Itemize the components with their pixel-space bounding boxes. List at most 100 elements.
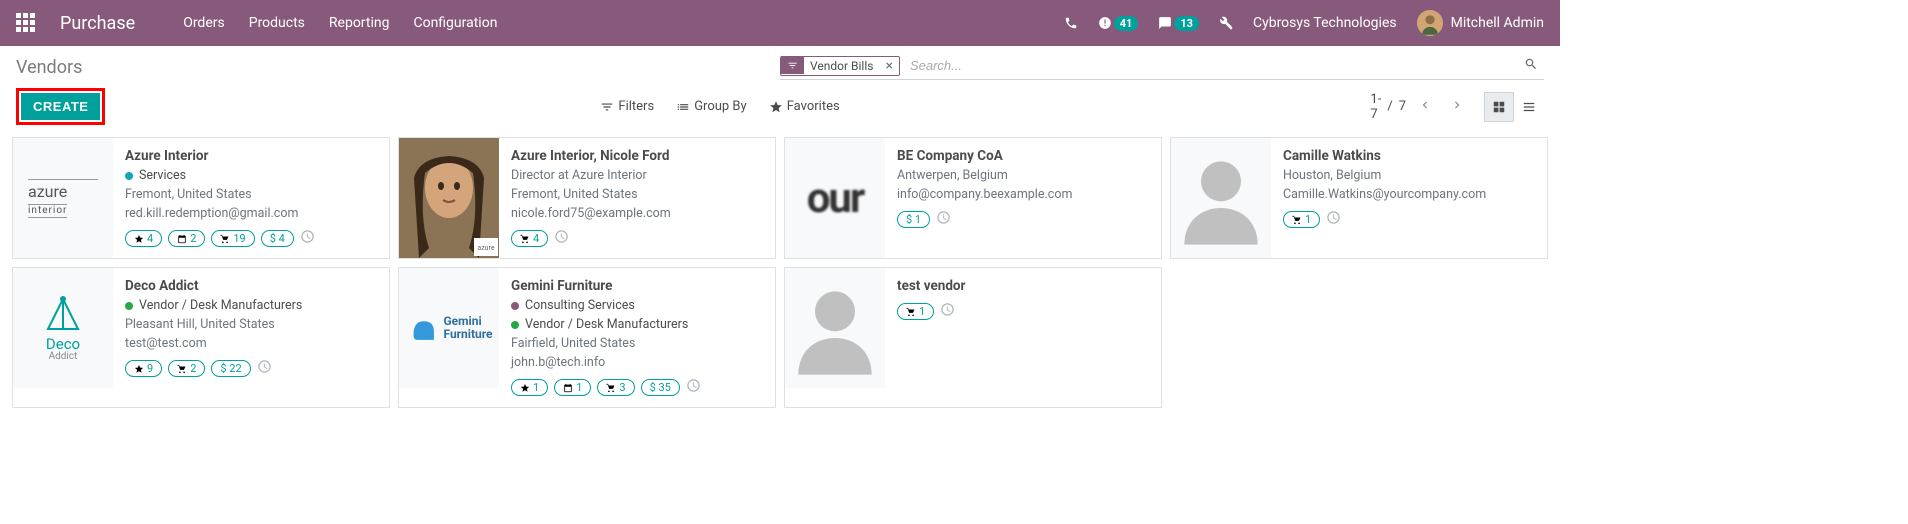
card-email: red.kill.redemption@gmail.com — [125, 206, 377, 221]
pager-prev[interactable] — [1412, 94, 1438, 120]
app-brand[interactable]: Purchase — [60, 13, 135, 34]
company-logo-fragment: our — [807, 174, 864, 223]
activity-badge: 41 — [1114, 16, 1139, 31]
nav-menu-reporting[interactable]: Reporting — [329, 15, 390, 31]
chat-badge: 13 — [1174, 16, 1199, 31]
deco-logo: DecoAddict — [43, 294, 83, 362]
stat-badge-cart[interactable]: 19 — [211, 230, 254, 247]
favorites-button[interactable]: Favorites — [769, 99, 840, 114]
pager-next[interactable] — [1444, 94, 1470, 120]
nav-menu-orders[interactable]: Orders — [183, 15, 225, 31]
phone-icon[interactable] — [1064, 16, 1078, 30]
card-image: DecoAddict — [13, 268, 113, 388]
vendor-card[interactable]: azureinterior Azure Interior ServicesFre… — [12, 137, 390, 259]
nav-menu: Orders Products Reporting Configuration — [183, 15, 497, 31]
activity-clock-icon[interactable] — [300, 229, 315, 248]
card-email: nicole.ford75@example.com — [511, 206, 763, 221]
card-location: Fairfield, United States — [511, 336, 763, 351]
search-input[interactable] — [906, 54, 1518, 77]
card-email: test@test.com — [125, 336, 377, 351]
vendor-card[interactable]: DecoAddict Deco Addict Vendor / Desk Man… — [12, 267, 390, 408]
filters-button[interactable]: Filters — [600, 99, 654, 114]
card-email: Camille.Watkins@yourcompany.com — [1283, 187, 1535, 202]
gemini-logo: GeminiFurniture — [405, 311, 492, 345]
card-email: info@company.beexample.com — [897, 187, 1149, 202]
card-tag: Vendor / Desk Manufacturers — [125, 298, 377, 313]
search-bar: Vendor Bills × — [780, 54, 1544, 80]
stat-badge-dollar[interactable]: $ 22 — [211, 360, 250, 377]
card-location: Fremont, United States — [511, 187, 763, 202]
pager-total: 7 — [1399, 99, 1406, 114]
activity-clock-icon[interactable] — [936, 210, 951, 229]
create-button[interactable]: CREATE — [21, 93, 100, 120]
view-switcher — [1484, 92, 1544, 122]
nav-right: 41 13 Cybrosys Technologies Mitchell Adm… — [1064, 10, 1544, 36]
favorites-label: Favorites — [787, 99, 840, 114]
vendor-card[interactable]: Camille Watkins Houston, BelgiumCamille.… — [1170, 137, 1548, 259]
card-subtitle: Director at Azure Interior — [511, 168, 763, 183]
card-image — [1171, 138, 1271, 258]
card-title: BE Company CoA — [897, 148, 1149, 164]
stat-badge-calendar[interactable]: 2 — [168, 230, 205, 247]
nav-menu-configuration[interactable]: Configuration — [413, 15, 497, 31]
stat-badge-star[interactable]: 1 — [511, 379, 548, 396]
stat-badge-cart[interactable]: 3 — [597, 379, 634, 396]
user-name: Mitchell Admin — [1451, 15, 1544, 31]
stat-badge-cart[interactable]: 2 — [168, 360, 205, 377]
card-title: Gemini Furniture — [511, 278, 763, 294]
stat-badge-star[interactable]: 4 — [125, 230, 162, 247]
stat-badge-star[interactable]: 9 — [125, 360, 162, 377]
vendor-card[interactable]: our BE Company CoA Antwerpen, Belgiuminf… — [784, 137, 1162, 259]
activity-clock-icon[interactable] — [686, 378, 701, 397]
groupby-button[interactable]: Group By — [676, 99, 747, 114]
card-email: john.b@tech.info — [511, 355, 763, 370]
close-icon[interactable]: × — [879, 58, 898, 74]
person-photo: azure — [399, 138, 499, 258]
silhouette-icon — [795, 278, 875, 378]
card-image: GeminiFurniture — [399, 268, 499, 388]
groupby-label: Group By — [694, 99, 747, 114]
activity-icon[interactable]: 41 — [1098, 16, 1139, 31]
stat-badge-dollar[interactable]: $ 35 — [641, 379, 680, 396]
card-location: Pleasant Hill, United States — [125, 317, 377, 332]
pager-range: 1-7 — [1370, 92, 1381, 122]
activity-clock-icon[interactable] — [940, 302, 955, 321]
activity-clock-icon[interactable] — [257, 359, 272, 378]
card-title: Azure Interior — [125, 148, 377, 164]
card-tag: Consulting Services — [511, 298, 763, 313]
card-location: Houston, Belgium — [1283, 168, 1535, 183]
activity-clock-icon[interactable] — [554, 229, 569, 248]
card-tag: Vendor / Desk Manufacturers — [511, 317, 763, 332]
stat-badge-cart[interactable]: 4 — [511, 230, 548, 247]
card-image — [785, 268, 885, 388]
card-location: Fremont, United States — [125, 187, 377, 202]
debug-icon[interactable] — [1219, 16, 1233, 30]
activity-clock-icon[interactable] — [1326, 210, 1341, 229]
vendor-card[interactable]: GeminiFurniture Gemini Furniture Consult… — [398, 267, 776, 408]
kanban-view-button[interactable] — [1484, 92, 1514, 122]
stat-badge-cart[interactable]: 1 — [1283, 211, 1320, 228]
nav-menu-products[interactable]: Products — [249, 15, 305, 31]
company-selector[interactable]: Cybrosys Technologies — [1253, 15, 1397, 31]
chat-icon[interactable]: 13 — [1158, 16, 1199, 31]
vendor-card[interactable]: azure Azure Interior, Nicole Ford Direct… — [398, 137, 776, 259]
card-title: Deco Addict — [125, 278, 377, 294]
search-icon[interactable] — [1518, 57, 1544, 75]
card-title: test vendor — [897, 278, 1149, 294]
azure-logo: azureinterior — [28, 179, 98, 218]
stat-badge-calendar[interactable]: 1 — [554, 379, 591, 396]
stat-badge-dollar[interactable]: $ 1 — [897, 211, 930, 228]
control-panel: Vendors Vendor Bills × CREATE — [0, 46, 1560, 129]
stat-badge-dollar[interactable]: $ 4 — [261, 230, 294, 247]
list-view-button[interactable] — [1514, 92, 1544, 122]
top-navbar: Purchase Orders Products Reporting Confi… — [0, 0, 1560, 46]
vendor-card[interactable]: test vendor 1 — [784, 267, 1162, 408]
stat-badge-cart[interactable]: 1 — [897, 303, 934, 320]
silhouette-icon — [1181, 148, 1261, 248]
create-highlight: CREATE — [16, 88, 105, 125]
pager: 1-7 / 7 — [1370, 92, 1470, 122]
user-menu[interactable]: Mitchell Admin — [1417, 10, 1544, 36]
filters-label: Filters — [618, 99, 654, 114]
card-image: our — [785, 138, 885, 258]
apps-icon[interactable] — [16, 13, 36, 33]
